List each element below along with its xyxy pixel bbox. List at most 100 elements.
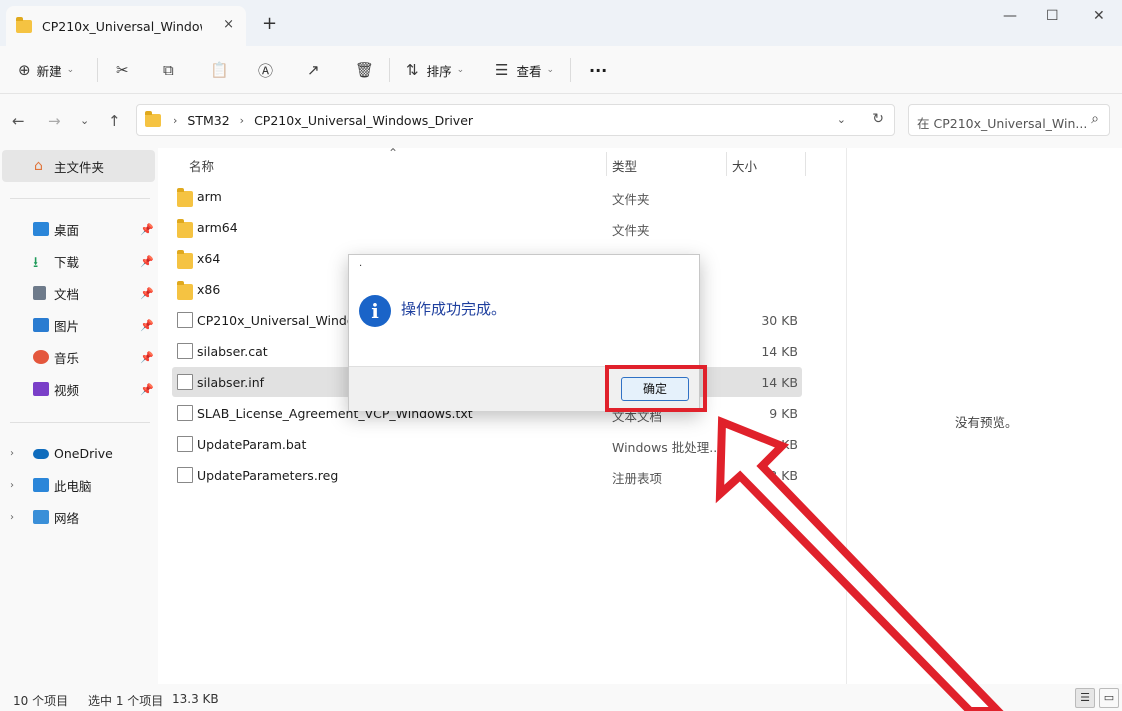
sidebar-item-label: 下载 <box>54 254 80 270</box>
sort-button[interactable]: ⇅ 排序 ⌄ <box>406 57 464 83</box>
copy-icon: ⧉ <box>163 61 174 79</box>
title-bar: CP210x_Universal_Windows_D × + — ☐ ✕ <box>0 0 1122 46</box>
rename-icon: Ⓐ <box>258 61 274 80</box>
up-icon[interactable]: ↑ <box>108 112 121 130</box>
new-label: 新建 <box>36 63 62 79</box>
sidebar-item-network[interactable]: › 网络 <box>0 502 158 532</box>
tiles-view-icon[interactable]: ▭ <box>1099 688 1119 708</box>
paste-button[interactable]: 📋 <box>210 57 229 83</box>
file-row[interactable]: UpdateParameters.reg 注册表项 3 KB <box>172 460 802 490</box>
info-icon: i <box>359 295 391 327</box>
sidebar-item-home[interactable]: ⌂ 主文件夹 <box>2 150 155 182</box>
new-button[interactable]: ⊕ 新建 ⌄ <box>18 57 74 83</box>
navigation-bar: ← → ⌄ ↑ › STM32 › CP210x_Universal_Windo… <box>0 94 1122 148</box>
view-list-icon: ☰ <box>495 61 509 79</box>
folder-icon <box>177 281 193 300</box>
recent-chevron-icon[interactable]: ⌄ <box>80 114 89 127</box>
search-icon[interactable]: ⌕ <box>1091 111 1099 127</box>
details-view-icon[interactable]: ☰ <box>1075 688 1095 708</box>
home-icon: ⌂ <box>34 158 43 174</box>
file-type: 注册表项 <box>612 471 663 486</box>
plus-circle-icon: ⊕ <box>18 61 31 79</box>
sidebar-item-onedrive[interactable]: › OneDrive <box>0 438 158 468</box>
back-icon[interactable]: ← <box>12 112 25 130</box>
breadcrumb-stm32[interactable]: STM32 <box>187 113 229 128</box>
expand-chevron-icon[interactable]: › <box>10 448 14 459</box>
tab-close-icon[interactable]: × <box>223 17 234 32</box>
sidebar-item-label: 主文件夹 <box>54 159 105 175</box>
sidebar-item-desktop[interactable]: 桌面 📌 <box>0 214 158 244</box>
tab-active[interactable]: CP210x_Universal_Windows_D × <box>6 6 246 46</box>
chevron-down-icon: ⌄ <box>66 65 75 75</box>
search-placeholder: 在 CP210x_Universal_Win... <box>917 116 1088 131</box>
file-type: 文件夹 <box>612 192 650 207</box>
sidebar-item-downloads[interactable]: ⭳ 下载 📌 <box>0 246 158 276</box>
expand-chevron-icon[interactable]: › <box>10 480 14 491</box>
folder-icon <box>177 219 193 238</box>
close-window-icon[interactable]: ✕ <box>1093 8 1105 24</box>
column-header-size[interactable]: 大小 <box>732 156 757 175</box>
pin-icon: 📌 <box>140 350 154 364</box>
breadcrumb-separator-icon: › <box>239 113 245 127</box>
view-button[interactable]: ☰ 查看 ⌄ <box>495 57 554 83</box>
breadcrumb-driver[interactable]: CP210x_Universal_Windows_Driver <box>254 113 473 128</box>
folder-icon <box>145 110 161 127</box>
highlight-box <box>605 365 707 412</box>
address-bar[interactable]: › STM32 › CP210x_Universal_Windows_Drive… <box>136 104 895 136</box>
pin-icon: 📌 <box>140 382 154 396</box>
sidebar-item-documents[interactable]: 文档 📌 <box>0 278 158 308</box>
minimize-icon[interactable]: — <box>1003 8 1017 24</box>
chevron-down-icon: ⌄ <box>546 65 555 75</box>
pin-icon: 📌 <box>140 222 154 236</box>
maximize-icon[interactable]: ☐ <box>1046 8 1059 24</box>
download-icon: ⭳ <box>33 253 39 271</box>
new-tab-icon[interactable]: + <box>262 13 277 34</box>
refresh-icon[interactable]: ↻ <box>872 111 884 127</box>
file-icon <box>177 312 193 328</box>
file-row[interactable]: arm 文件夹 <box>172 181 802 211</box>
search-input[interactable]: 在 CP210x_Universal_Win... ⌕ <box>908 104 1110 136</box>
onedrive-icon <box>33 449 49 459</box>
file-name: UpdateParameters.reg <box>197 468 339 483</box>
file-icon <box>177 405 193 421</box>
file-size: 3 KB <box>769 468 798 483</box>
music-icon <box>33 350 49 364</box>
forward-icon[interactable]: → <box>48 112 61 130</box>
chevron-down-icon: ⌄ <box>456 65 465 75</box>
trash-icon: 🗑 <box>355 61 375 79</box>
rename-button[interactable]: Ⓐ <box>258 57 273 83</box>
address-chevron-icon[interactable]: ⌄ <box>837 113 846 126</box>
column-header-type[interactable]: 类型 <box>612 156 637 175</box>
document-icon <box>33 286 46 300</box>
sidebar-item-this-pc[interactable]: › 此电脑 <box>0 470 158 500</box>
sidebar-item-pictures[interactable]: 图片 📌 <box>0 310 158 340</box>
sidebar-item-music[interactable]: 音乐 📌 <box>0 342 158 372</box>
share-button[interactable]: ↗ <box>307 57 320 83</box>
status-bar: 10 个项目 选中 1 个项目 13.3 KB ☰ ▭ <box>0 684 1122 711</box>
file-row[interactable]: UpdateParam.bat Windows 批处理... 1 KB <box>172 429 802 459</box>
file-size: 14 KB <box>761 344 798 359</box>
file-row[interactable]: arm64 文件夹 <box>172 212 802 242</box>
more-button[interactable]: ··· <box>589 57 607 83</box>
column-header-name[interactable]: 名称 <box>189 156 214 175</box>
file-icon <box>177 374 193 390</box>
selection-count: 选中 1 个项目 <box>88 694 164 708</box>
share-icon: ↗ <box>307 61 320 79</box>
expand-chevron-icon[interactable]: › <box>10 512 14 523</box>
video-icon <box>33 382 49 396</box>
pin-icon: 📌 <box>140 254 154 268</box>
file-name: x64 <box>197 251 221 266</box>
folder-icon <box>16 16 32 33</box>
file-name: UpdateParam.bat <box>197 437 307 452</box>
file-icon <box>177 436 193 452</box>
file-type: 文件夹 <box>612 223 650 238</box>
pin-icon: 📌 <box>140 286 154 300</box>
pin-icon: 📌 <box>140 318 154 332</box>
cut-button[interactable]: ✂ <box>116 57 129 83</box>
delete-button[interactable]: 🗑 <box>355 57 374 83</box>
sidebar-item-videos[interactable]: 视频 📌 <box>0 374 158 404</box>
file-size: 30 KB <box>761 313 798 328</box>
file-name: arm <box>197 189 222 204</box>
breadcrumb-separator-icon: › <box>173 113 178 127</box>
copy-button[interactable]: ⧉ <box>163 57 174 83</box>
